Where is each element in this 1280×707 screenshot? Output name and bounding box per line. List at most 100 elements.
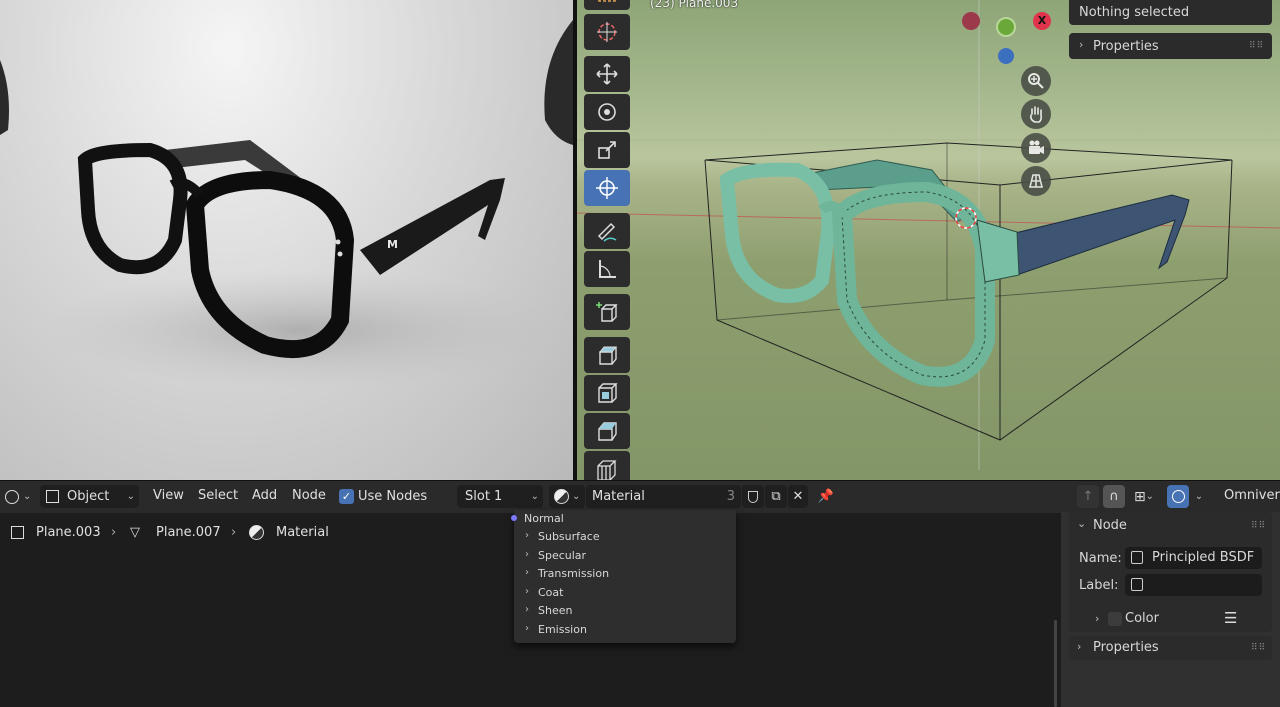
- measure-tool-icon[interactable]: [584, 251, 630, 287]
- dropdown-item[interactable]: Subsurface: [538, 530, 600, 543]
- chevron-down-icon: ⌄: [1194, 491, 1204, 502]
- zoom-icon[interactable]: [1021, 66, 1051, 96]
- extrude-tool-icon[interactable]: [584, 337, 630, 373]
- dropdown-item[interactable]: Coat: [538, 586, 563, 599]
- svg-text:M: M: [387, 238, 398, 251]
- dropdown-item[interactable]: Normal: [524, 512, 564, 525]
- drag-grip-icon[interactable]: ⠿⠿: [1251, 643, 1266, 653]
- dropdown-item[interactable]: Emission: [538, 623, 587, 636]
- select-box-tool-icon[interactable]: [584, 0, 630, 10]
- chevron-right-icon: ›: [525, 567, 529, 578]
- chevron-down-icon: ⌄: [530, 491, 539, 502]
- use-nodes-toggle[interactable]: ✓ Use Nodes: [339, 485, 449, 508]
- chevron-down-icon: ⌄: [1145, 491, 1155, 502]
- chevron-right-icon: ›: [525, 604, 529, 615]
- rotate-tool-icon[interactable]: [584, 94, 630, 130]
- gizmo-neg-x-icon[interactable]: [962, 12, 980, 30]
- breadcrumb-object[interactable]: Plane.003: [36, 525, 101, 540]
- tool-shelf: [584, 0, 630, 487]
- viewport-object-label: (23) Plane.003: [650, 0, 739, 10]
- chevron-right-icon: ›: [1077, 640, 1082, 653]
- material-browse-button[interactable]: ⌄: [549, 485, 585, 508]
- dropdown-item[interactable]: Transmission: [538, 567, 609, 580]
- scale-tool-icon[interactable]: [584, 132, 630, 168]
- chevron-right-icon: ›: [525, 586, 529, 597]
- node-icon: [1131, 578, 1143, 591]
- unlink-material-button[interactable]: ✕: [788, 485, 808, 508]
- properties-label: Properties: [1093, 640, 1159, 655]
- snap-toggle[interactable]: ∩: [1103, 485, 1125, 508]
- node-icon: [1131, 551, 1143, 564]
- socket-dot-icon: [511, 515, 517, 521]
- node-label-field[interactable]: [1125, 574, 1262, 596]
- mode-label: Object: [67, 489, 110, 504]
- slot-selector[interactable]: Slot 1 ⌄: [457, 485, 543, 508]
- pin-button[interactable]: 📌: [816, 485, 836, 508]
- chevron-down-icon: ⌄: [23, 491, 32, 502]
- properties-label: Properties: [1093, 39, 1159, 54]
- menu-view[interactable]: View: [153, 488, 184, 503]
- drag-grip-icon[interactable]: ⠿⠿: [1251, 521, 1266, 531]
- menu-node[interactable]: Node: [292, 488, 326, 503]
- cursor-tool-icon[interactable]: [584, 14, 630, 50]
- breadcrumb-material[interactable]: Material: [276, 525, 329, 540]
- gizmo-z-icon[interactable]: [998, 48, 1014, 64]
- breadcrumb-mesh[interactable]: Plane.007: [156, 525, 221, 540]
- glasses-render-image: M: [0, 20, 573, 390]
- mode-selector[interactable]: Object ⌄: [40, 485, 139, 508]
- material-name: Material: [592, 489, 645, 504]
- shield-icon: [748, 490, 758, 503]
- properties-panel-header[interactable]: › Properties ⠿⠿: [1069, 33, 1272, 59]
- transform-tool-icon[interactable]: [584, 170, 630, 206]
- dropdown-item[interactable]: Specular: [538, 549, 586, 562]
- chevron-right-icon: ›: [111, 525, 117, 540]
- object-icon: [11, 526, 24, 539]
- annotate-tool-icon[interactable]: [584, 213, 630, 249]
- scrollbar[interactable]: [1054, 620, 1057, 707]
- checkbox-checked-icon[interactable]: ✓: [339, 489, 354, 504]
- duplicate-material-button[interactable]: ⧉: [765, 485, 787, 508]
- add-cube-tool-icon[interactable]: [584, 294, 630, 330]
- grid-snap-icon: ⊞: [1133, 488, 1146, 505]
- color-section-label[interactable]: Color: [1125, 611, 1159, 626]
- chevron-right-icon: ›: [525, 623, 529, 634]
- menu-select[interactable]: Select: [198, 488, 238, 503]
- node-name-field[interactable]: Principled BSDF: [1125, 547, 1262, 569]
- menu-add[interactable]: Add: [252, 488, 277, 503]
- pan-hand-icon[interactable]: [1021, 99, 1051, 129]
- drag-grip-icon[interactable]: ⠿⠿: [1249, 41, 1264, 51]
- editor-type-selector[interactable]: ⌄: [2, 485, 34, 508]
- color-checkbox[interactable]: [1108, 612, 1122, 626]
- name-field-label: Name:: [1079, 551, 1122, 566]
- material-sphere-icon: [249, 525, 264, 540]
- gizmo-y-icon[interactable]: [996, 17, 1016, 37]
- duplicate-icon: ⧉: [771, 489, 781, 504]
- fake-user-button[interactable]: [742, 485, 764, 508]
- material-sphere-icon: [554, 489, 569, 504]
- slot-label: Slot 1: [465, 489, 503, 504]
- parent-node-tree-button[interactable]: ↑: [1077, 485, 1099, 508]
- bevel-tool-icon[interactable]: [584, 413, 630, 449]
- material-name-field[interactable]: Material 3: [586, 485, 741, 508]
- list-icon[interactable]: ☰: [1224, 609, 1237, 627]
- camera-view-icon[interactable]: [1021, 133, 1051, 163]
- render-engine-label[interactable]: Omniverse: [1224, 488, 1280, 503]
- inset-tool-icon[interactable]: [584, 375, 630, 411]
- node-editor-icon: [5, 489, 19, 504]
- chevron-right-icon: ›: [525, 549, 529, 560]
- magnet-icon: ∩: [1109, 489, 1119, 504]
- mesh-data-icon: ▽: [130, 525, 140, 540]
- node-section-title[interactable]: Node: [1093, 518, 1127, 533]
- chevron-right-icon: ›: [1095, 612, 1100, 625]
- snap-target-selector[interactable]: ⊞ ⌄: [1127, 485, 1161, 508]
- 3d-viewport[interactable]: [577, 0, 1280, 480]
- overlay-dropdown[interactable]: ⌄: [1190, 485, 1208, 508]
- overlay-toggle[interactable]: [1167, 485, 1189, 508]
- gizmo-x-icon[interactable]: X: [1033, 12, 1051, 30]
- render-preview-viewport[interactable]: M: [0, 0, 573, 480]
- chevron-right-icon: ›: [1079, 38, 1084, 51]
- ortho-grid-icon[interactable]: [1021, 166, 1051, 196]
- dropdown-item[interactable]: Sheen: [538, 604, 572, 617]
- move-tool-icon[interactable]: [584, 56, 630, 92]
- node-sidebar: ⌄ Node ⠿⠿ Name: Principled BSDF Label: ›…: [1061, 512, 1280, 707]
